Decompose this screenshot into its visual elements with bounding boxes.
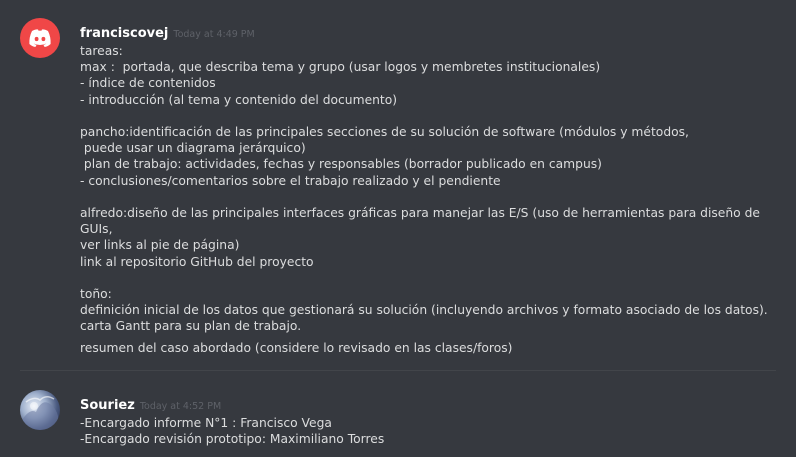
message-line: - conclusiones/comentarios sobre el trab…	[80, 173, 501, 188]
message-line: resumen del caso abordado (considere lo …	[80, 340, 513, 355]
discord-logo-icon	[29, 29, 51, 47]
username[interactable]: Souriez	[80, 398, 135, 413]
message-line: pancho:identificación de las principales…	[80, 125, 689, 139]
message-line: -Encargado informe N°1 : Francisco Vega	[80, 416, 332, 430]
message-line: alfredo:diseño de las principales interf…	[80, 206, 760, 237]
message-line: ver links al pie de página)	[80, 238, 240, 253]
avatar[interactable]	[20, 18, 60, 58]
message-line: - introducción (al tema y contenido del …	[80, 92, 398, 107]
message-header: franciscovej Today at 4:49 PM	[80, 22, 255, 41]
message-line: max : portada, que describa tema y grupo…	[80, 60, 601, 75]
message-content: tareas: max : portada, que describa tema…	[80, 43, 780, 356]
message-line: plan de trabajo: actividades, fechas y r…	[80, 157, 602, 172]
timestamp: Today at 4:52 PM	[139, 401, 222, 412]
message-line: definición inicial de los datos que gest…	[80, 303, 768, 318]
message-line: puede usar un diagrama jerárquico)	[80, 141, 306, 156]
message-header: Souriez Today at 4:52 PM	[80, 394, 221, 413]
avatar[interactable]	[20, 390, 60, 430]
message-divider	[20, 370, 776, 371]
message-line: - índice de contenidos	[80, 76, 216, 91]
message-line: -Encargado revisión prototipo: Maximilia…	[80, 432, 385, 447]
message-line: carta Gantt para su plan de trabajo.	[80, 319, 302, 334]
timestamp: Today at 4:49 PM	[173, 29, 255, 40]
message-line	[80, 108, 780, 124]
message-content: -Encargado informe N°1 : Francisco Vega …	[80, 415, 780, 447]
message-line: tareas:	[80, 44, 123, 58]
user-avatar-photo	[22, 396, 58, 430]
message-group: Souriez Today at 4:52 PM -Encargado infor…	[0, 372, 796, 457]
message-line	[80, 270, 780, 286]
username[interactable]: franciscovej	[80, 26, 168, 41]
message-line: link al repositorio GitHub del proyecto	[80, 254, 314, 269]
message-line: toño:	[80, 287, 112, 301]
message-line	[80, 189, 780, 205]
message-group: franciscovej Today at 4:49 PM tareas: max…	[0, 0, 796, 365]
